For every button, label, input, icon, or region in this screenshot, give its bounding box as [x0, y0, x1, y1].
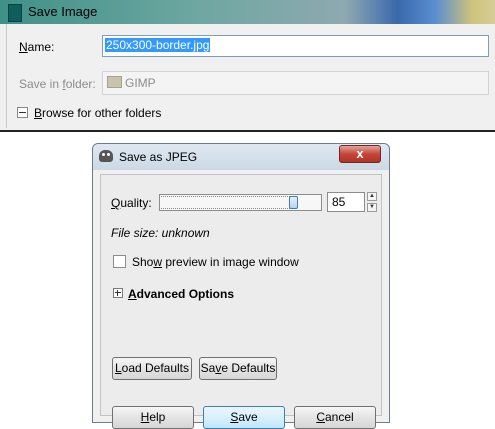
jpeg-dialog-content: Quality: 85 ▲ ▼ File size: unknown Show … — [100, 174, 382, 429]
load-defaults-accel: L — [114, 361, 122, 375]
spin-up-icon[interactable]: ▲ — [367, 192, 377, 201]
save-in-folder-label: Save in folder: — [19, 77, 96, 91]
browse-rest: rowse for other folders — [42, 106, 162, 120]
save-image-dialog: Save Image Name: 250x300-border.jpg Save… — [0, 0, 495, 132]
filename-input[interactable]: 250x300-border.jpg — [102, 35, 489, 57]
load-defaults-rest: oad Defaults — [121, 361, 190, 375]
save-in-folder-combo[interactable]: GIMP — [102, 71, 489, 95]
save-defaults-post: e Defaults — [221, 361, 276, 375]
filename-selected-text: 250x300-border.jpg — [105, 38, 211, 52]
quality-label: Quality: — [111, 196, 152, 210]
folder-value: GIMP — [125, 76, 156, 90]
advanced-accel: A — [128, 287, 137, 301]
show-preview-checkbox[interactable] — [113, 255, 126, 268]
quality-slider[interactable] — [159, 194, 322, 211]
collapse-box-icon — [17, 107, 28, 118]
save-image-titlebar: Save Image — [0, 0, 495, 24]
save-button[interactable]: Save — [203, 406, 285, 429]
name-label-accel: N — [19, 40, 28, 54]
preview-label-accel: w — [153, 255, 163, 269]
browse-accel: B — [34, 106, 43, 120]
load-defaults-button[interactable]: Load Defaults — [112, 357, 192, 380]
file-size-text: File size: unknown — [111, 226, 210, 240]
name-label: Name: — [19, 40, 54, 54]
jpeg-titlebar: Save as JPEG x — [93, 144, 389, 170]
save-in-label-pre: Save in — [19, 77, 63, 91]
name-label-rest: ame: — [27, 40, 55, 54]
titlebar-background-decoration — [345, 0, 495, 24]
advanced-rest: dvanced Options — [136, 287, 235, 301]
expand-box-icon — [113, 288, 123, 298]
quality-slider-handle[interactable] — [289, 196, 298, 209]
browse-other-folders-expander[interactable]: Browse for other folders — [17, 106, 161, 122]
cancel-button[interactable]: Cancel — [294, 406, 376, 429]
help-rest: elp — [149, 410, 166, 424]
cancel-rest: ancel — [324, 410, 354, 424]
advanced-options-expander[interactable]: Advanced Options — [113, 287, 234, 301]
save-defaults-button[interactable]: Save Defaults — [199, 357, 277, 380]
folder-icon — [107, 76, 122, 88]
quality-spin-arrows: ▲ ▼ — [367, 192, 377, 212]
save-as-jpeg-dialog: Save as JPEG x Quality: 85 ▲ ▼ File size… — [92, 143, 390, 429]
show-preview-row[interactable]: Show preview in image window — [113, 255, 299, 269]
quality-label-accel: Q — [111, 196, 121, 210]
preview-label-post: preview in image window — [162, 255, 299, 269]
close-button[interactable]: x — [339, 145, 381, 163]
spin-down-icon[interactable]: ▼ — [367, 203, 377, 212]
jpeg-dialog-title: Save as JPEG — [119, 150, 198, 164]
quality-slider-track — [161, 196, 290, 209]
gimp-app-icon — [8, 4, 22, 22]
save-image-title: Save Image — [28, 4, 98, 19]
preview-label-pre: Sho — [132, 255, 154, 269]
gimp-wilber-icon — [99, 150, 113, 162]
save-image-body: Name: 250x300-border.jpg Save in folder:… — [6, 24, 492, 128]
cancel-accel: C — [316, 410, 325, 424]
quality-spin-input[interactable]: 85 — [327, 192, 365, 212]
save-in-label-post: older: — [65, 77, 96, 91]
quality-label-rest: uality: — [120, 196, 152, 210]
save-rest: ave — [238, 410, 258, 424]
save-defaults-pre: Sa — [200, 361, 216, 375]
help-button[interactable]: Help — [112, 406, 194, 429]
